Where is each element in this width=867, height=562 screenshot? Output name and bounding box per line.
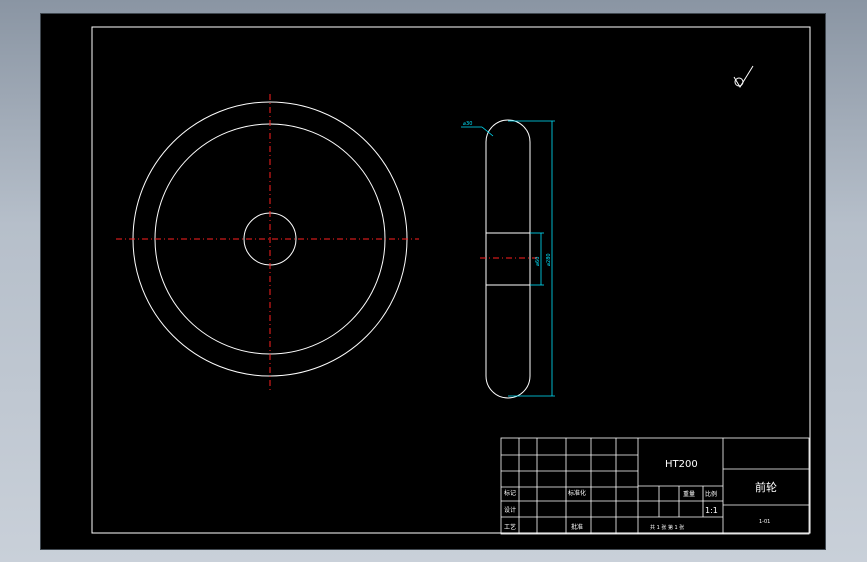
part-name: 前轮 <box>755 480 777 494</box>
title-block: 标记 标准化 设计 工艺 批准 HT200 重量 比例 1:1 共 1 张 第 … <box>500 437 810 535</box>
roughness-symbol-icon <box>733 65 754 88</box>
front-view <box>116 94 419 392</box>
label-standardize: 标准化 <box>568 489 586 497</box>
outer-dim-text: ⌀280 <box>546 253 552 266</box>
hub-dim-text: ⌀60 <box>535 257 541 266</box>
label-design: 设计 <box>504 506 516 514</box>
label-approve: 批准 <box>571 523 583 531</box>
scale-value: 1:1 <box>705 506 718 515</box>
drawing-border <box>91 26 811 534</box>
label-process: 工艺 <box>504 523 516 531</box>
material-text: HT200 <box>665 459 698 470</box>
upper-hatched-section <box>485 119 531 234</box>
label-mark: 标记 <box>504 489 516 497</box>
drawing-number: 1-01 <box>759 519 770 525</box>
cad-drawing-canvas: ⌀30 ⌀60 ⌀280 标记 标准化 设计 工艺 批准 HT200 重量 比例… <box>91 26 811 535</box>
section-view <box>480 119 537 399</box>
lower-hatched-section <box>485 284 531 399</box>
cad-viewport[interactable]: ⌀30 ⌀60 ⌀280 标记 标准化 设计 工艺 批准 HT200 重量 比例… <box>41 14 825 549</box>
sheet-info: 共 1 张 第 1 张 <box>650 524 684 531</box>
weight-label: 重量 <box>683 490 695 498</box>
scale-label: 比例 <box>705 490 717 498</box>
tire-section-dim-text: ⌀30 <box>463 121 472 127</box>
